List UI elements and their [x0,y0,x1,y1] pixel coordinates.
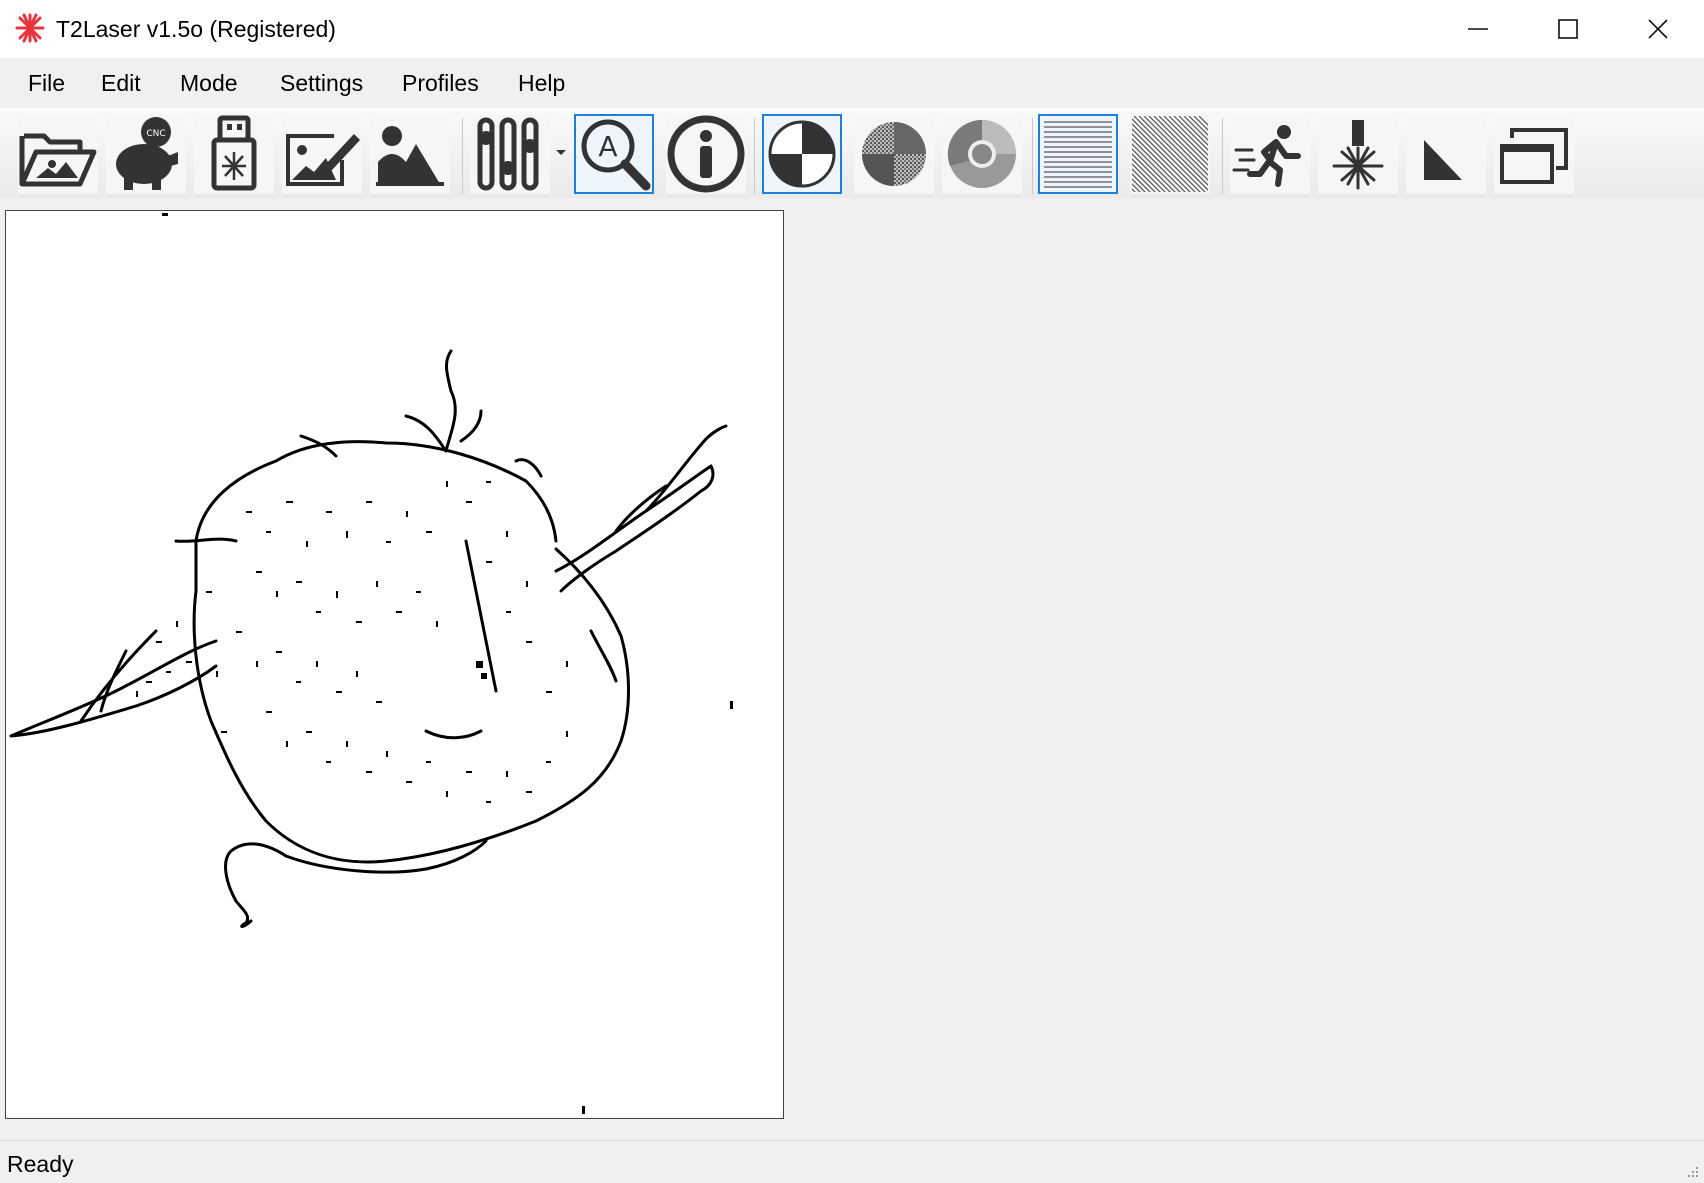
diagonal-lines-icon [1132,116,1208,192]
resize-grip-icon[interactable] [1682,1161,1700,1179]
minimize-button[interactable] [1432,0,1524,58]
info-icon [667,115,745,193]
menu-file[interactable]: File [28,68,65,98]
dither-circle-icon [862,122,926,186]
sliders-icon [477,117,539,191]
info-button[interactable] [666,114,746,194]
menu-edit[interactable]: Edit [101,68,141,98]
svg-text:A: A [598,130,617,163]
grayscale-circle-icon [947,119,1016,188]
menu-bar: File Edit Mode Settings Profiles Help [0,58,1704,108]
grayscale-mode-button[interactable] [942,114,1022,194]
svg-text:CNC: CNC [146,129,165,139]
cascade-windows-icon [1500,128,1568,184]
threshold-circle-icon [768,120,836,188]
maximize-button[interactable] [1522,0,1614,58]
run-button[interactable] [1230,114,1310,194]
image-edit-icon [286,134,360,186]
laser-app-icon [15,13,45,43]
menu-profiles[interactable]: Profiles [402,68,479,98]
minimize-icon [1468,28,1488,30]
adjustments-button[interactable] [470,114,550,194]
title-bar: T2Laser v1.5o (Registered) [0,0,1704,58]
toolbar-separator [1032,118,1033,194]
close-button[interactable] [1612,0,1704,58]
toolbar-separator [462,118,463,194]
window-title: T2Laser v1.5o (Registered) [56,16,336,42]
adjustments-dropdown-arrow[interactable] [556,150,566,155]
horizontal-lines-icon [1044,121,1112,188]
image-canvas[interactable] [5,210,784,1119]
windows-button[interactable] [1494,114,1574,194]
status-text: Ready [7,1151,74,1177]
auto-zoom-button[interactable]: A [574,114,654,194]
folder-image-icon [19,133,97,187]
toolbar-separator [754,118,755,194]
edit-image-button[interactable] [282,114,362,194]
running-man-icon [1232,125,1301,187]
laser-burst-icon [1332,120,1384,190]
usb-laser-button[interactable] [194,114,274,194]
toolbar: CNC A [0,108,1704,198]
laser-fire-button[interactable] [1318,114,1398,194]
toolbar-separator [1222,118,1223,194]
photo-button[interactable] [370,114,450,194]
triangle-ramp-icon [1424,140,1462,180]
menu-settings[interactable]: Settings [280,68,363,98]
diagonal-fill-button[interactable] [1130,114,1210,194]
usb-laser-icon [211,115,257,191]
menu-mode[interactable]: Mode [180,68,238,98]
open-image-button[interactable] [18,114,98,194]
horizontal-fill-button[interactable] [1038,114,1118,194]
dither-mode-button[interactable] [854,114,934,194]
cnc-piggy-button[interactable]: CNC [106,114,186,194]
ramp-button[interactable] [1406,114,1486,194]
threshold-mode-button[interactable] [762,114,842,194]
beet-lineart-image [9,213,733,1114]
status-bar: Ready [0,1140,1704,1183]
piggy-bank-cnc-icon: CNC [116,117,178,190]
close-icon [1648,19,1668,39]
person-mountain-icon [376,126,444,186]
menu-help[interactable]: Help [518,68,565,98]
maximize-icon [1558,19,1578,39]
magnifier-a-icon: A [581,119,651,191]
